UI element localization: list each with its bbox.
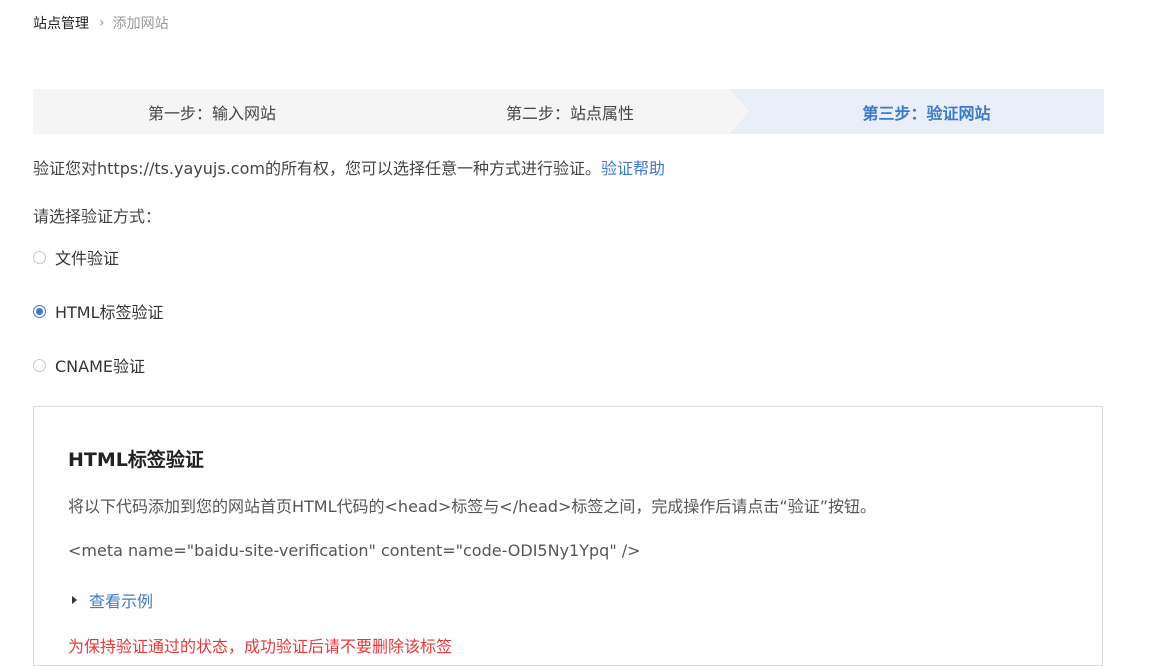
radio-html-tag-verification[interactable]: HTML标签验证 <box>33 299 164 323</box>
verify-intro-text: 验证您对https://ts.yayujs.com的所有权，您可以选择任意一种方… <box>33 159 601 178</box>
radio-unchecked-icon[interactable] <box>33 250 46 264</box>
choose-method-label: 请选择验证方式： <box>33 207 162 226</box>
chevron-right-icon: › <box>99 15 105 31</box>
step-3-active: 第三步：验证网站 <box>729 89 1104 134</box>
verify-help-link[interactable]: 验证帮助 <box>601 159 665 178</box>
verify-intro: 验证您对https://ts.yayujs.com的所有权，您可以选择任意一种方… <box>33 155 665 179</box>
verification-detail-panel: HTML标签验证 将以下代码添加到您的网站首页HTML代码的<head>标签与<… <box>33 406 1103 666</box>
radio-cname-label[interactable]: CNAME验证 <box>55 353 145 377</box>
radio-html-label[interactable]: HTML标签验证 <box>55 299 164 323</box>
step-2-label: 第二步：站点属性 <box>505 103 634 123</box>
radio-file-verification[interactable]: 文件验证 <box>33 245 119 269</box>
step-1-label: 第一步：输入网站 <box>147 103 276 123</box>
radio-file-label[interactable]: 文件验证 <box>55 245 119 269</box>
caret-right-icon <box>72 596 77 604</box>
view-example-toggle[interactable]: 查看示例 <box>72 588 153 612</box>
breadcrumb-site-management[interactable]: 站点管理 <box>33 13 89 33</box>
panel-description: 将以下代码添加到您的网站首页HTML代码的<head>标签与</head>标签之… <box>68 497 877 516</box>
step-2: 第二步：站点属性 <box>371 89 749 134</box>
step-progress: 第一步：输入网站 第二步：站点属性 第三步：验证网站 <box>33 89 1104 134</box>
view-example-label[interactable]: 查看示例 <box>89 588 153 612</box>
radio-checked-icon[interactable] <box>33 304 46 318</box>
radio-unchecked-icon[interactable] <box>33 358 46 372</box>
verification-meta-code: <meta name="baidu-site-verification" con… <box>68 541 641 560</box>
breadcrumb-current: 添加网站 <box>112 16 169 32</box>
step-1: 第一步：输入网站 <box>33 89 391 134</box>
breadcrumb: 站点管理 › 添加网站 <box>33 13 169 33</box>
radio-cname-verification[interactable]: CNAME验证 <box>33 353 145 377</box>
panel-title: HTML标签验证 <box>68 449 204 471</box>
step-3-label: 第三步：验证网站 <box>862 103 991 123</box>
panel-warning: 为保持验证通过的状态，成功验证后请不要删除该标签 <box>68 637 453 656</box>
